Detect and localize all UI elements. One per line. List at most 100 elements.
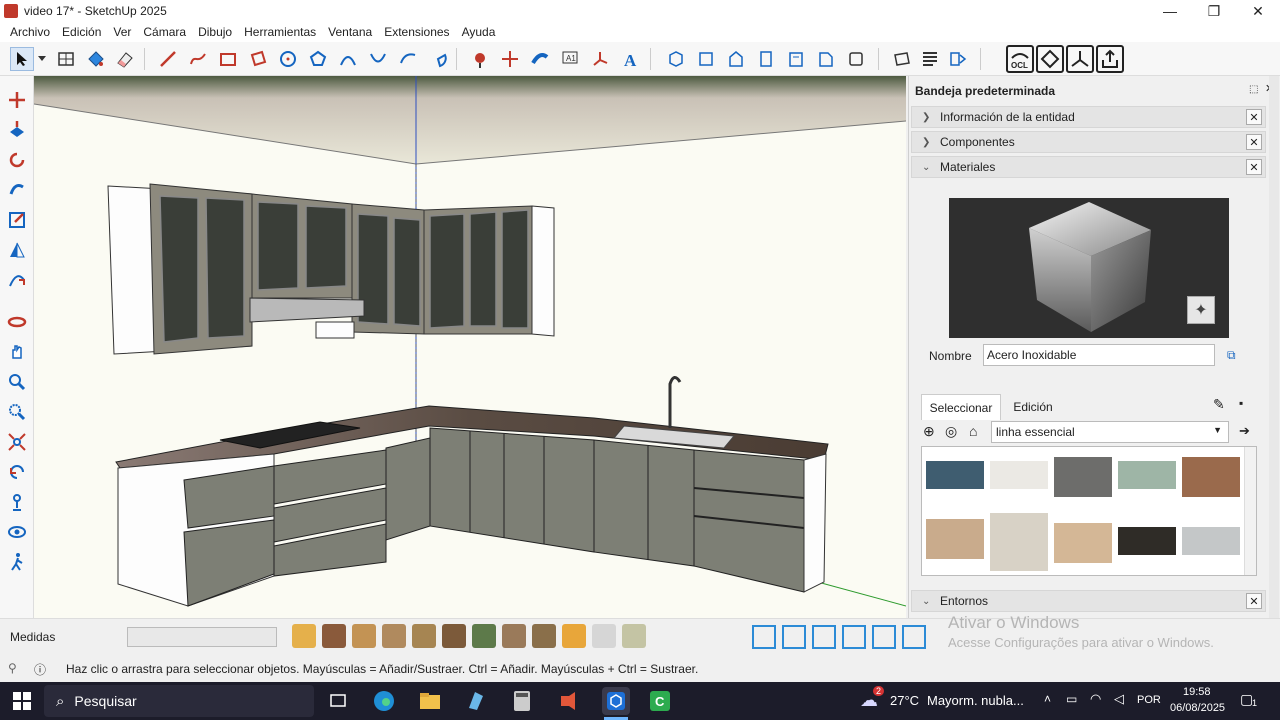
view-right-icon[interactable] [754,47,778,71]
paint-bucket-icon[interactable] [84,47,108,71]
view-back-icon[interactable] [784,47,808,71]
menu-ayuda[interactable]: Ayuda [456,25,502,39]
layout-3-icon[interactable] [812,625,836,649]
offset-icon[interactable] [5,268,29,292]
export-icon[interactable] [322,624,346,648]
close-icon[interactable]: ✕ [1246,109,1262,125]
select-dropdown-icon[interactable] [36,47,48,71]
menu-archivo[interactable]: Archivo [4,25,56,39]
zoom-window-icon[interactable] [5,400,29,424]
pushpull-icon[interactable] [5,118,29,142]
close-window-button[interactable]: ✕ [1236,0,1280,22]
menu-ver[interactable]: Ver [107,25,137,39]
refresh-icon[interactable] [502,624,526,648]
move-tool-icon[interactable] [498,47,522,71]
pin-icon[interactable]: ⬚ [1249,84,1258,95]
circle-tool-icon[interactable] [276,47,300,71]
eraser-icon[interactable] [112,47,136,71]
taskbar-search-box[interactable]: ⌕ Pesquisar [44,685,314,717]
app-icon-blue[interactable] [464,689,488,713]
menu-ventana[interactable]: Ventana [322,25,378,39]
in-model-icon[interactable]: ◎ [945,423,957,440]
battery-icon[interactable]: ▭ [1066,692,1077,706]
swatch[interactable] [1054,451,1112,503]
menu-camara[interactable]: Cámara [137,25,192,39]
rotated-rectangle-icon[interactable] [246,47,270,71]
measurements-box[interactable] [127,627,277,647]
text-tool-icon[interactable]: A1 [558,47,582,71]
previous-view-icon[interactable] [5,460,29,484]
rotate-icon[interactable] [5,148,29,172]
cube-outline-icon[interactable] [592,624,616,648]
measure-icon[interactable] [412,624,436,648]
close-icon[interactable]: ✕ [1246,159,1262,175]
clock-time[interactable]: 19:58 [1183,686,1211,698]
push-pull-icon[interactable] [468,47,492,71]
orbit-icon[interactable] [5,310,29,334]
minimize-button[interactable]: — [1148,0,1192,22]
menu-extensiones[interactable]: Extensiones [378,25,455,39]
task-view-icon[interactable] [326,689,350,713]
swatch[interactable] [1118,513,1176,565]
view-bottom-icon[interactable] [844,47,868,71]
menu-dibujo[interactable]: Dibujo [192,25,238,39]
eyedropper-icon[interactable]: ✎ [1213,396,1225,413]
share-model-icon[interactable] [1096,45,1124,73]
axes-tool-icon[interactable] [588,47,612,71]
media-player-icon[interactable] [556,689,580,713]
menu-herramientas[interactable]: Herramientas [238,25,322,39]
line-tool-icon[interactable] [156,47,180,71]
layout-2-icon[interactable] [782,625,806,649]
layout-1-icon[interactable] [752,625,776,649]
layout-5-icon[interactable] [872,625,896,649]
section-materials[interactable]: ⌄ Materiales ✕ [911,156,1266,178]
select-tool-icon[interactable] [10,47,34,71]
model-viewport[interactable] [34,76,906,618]
swatch[interactable] [1118,451,1176,503]
duplicate-material-icon[interactable]: ⧉ [1227,348,1236,363]
swatch[interactable] [990,513,1048,571]
geolocation-icon[interactable]: ⚲ [8,661,17,675]
folder-icon[interactable] [532,624,556,648]
windows-start-icon[interactable] [10,689,34,713]
freehand-icon[interactable] [186,47,210,71]
edge-icon[interactable] [442,624,466,648]
add-material-icon[interactable]: ⊕ [923,423,935,440]
layers-icon[interactable] [918,47,942,71]
swatch-scrollbar[interactable] [1244,447,1256,575]
swatch[interactable] [1182,513,1240,565]
section-entity-info[interactable]: ❯ Información de la entidad ✕ [911,106,1266,128]
close-icon[interactable]: ✕ [1246,134,1262,150]
ocl-extension-icon[interactable]: OCL [1006,45,1034,73]
tab-edit[interactable]: Edición [1003,394,1063,420]
move-icon[interactable] [5,88,29,112]
scenes-icon[interactable] [946,47,970,71]
view-left-icon[interactable] [814,47,838,71]
swatch[interactable] [1182,451,1240,503]
material-library-dropdown[interactable]: linha essencial ▼ [991,421,1229,443]
polygon-tool-icon[interactable] [306,47,330,71]
rectangle-tool-icon[interactable] [216,47,240,71]
home-icon[interactable]: ⌂ [969,423,977,439]
swatch[interactable] [926,513,984,565]
board-icon[interactable] [382,624,406,648]
close-icon[interactable]: ✕ [1246,593,1262,609]
box-icon[interactable] [472,624,496,648]
extension-warehouse-icon[interactable] [1036,45,1064,73]
pie-tool-icon[interactable] [426,47,450,71]
clock-date[interactable]: 06/08/2025 [1170,702,1225,714]
walk-icon[interactable] [5,550,29,574]
three-point-arc-icon[interactable] [396,47,420,71]
menu-edicion[interactable]: Edición [56,25,107,39]
view-front-icon[interactable] [724,47,748,71]
zoom-extents-icon[interactable] [5,430,29,454]
material-name-field[interactable]: Acero Inoxidable [983,344,1215,366]
cube-light-icon[interactable] [622,624,646,648]
cutlist-icon[interactable] [352,624,376,648]
section-plane-icon[interactable] [890,47,914,71]
follow-me-icon[interactable] [528,47,552,71]
view-top-icon[interactable] [694,47,718,71]
swatch[interactable] [990,451,1048,503]
delete-material-icon[interactable]: ▪ [1239,396,1243,410]
help-icon[interactable]: ⓘ [34,661,46,678]
